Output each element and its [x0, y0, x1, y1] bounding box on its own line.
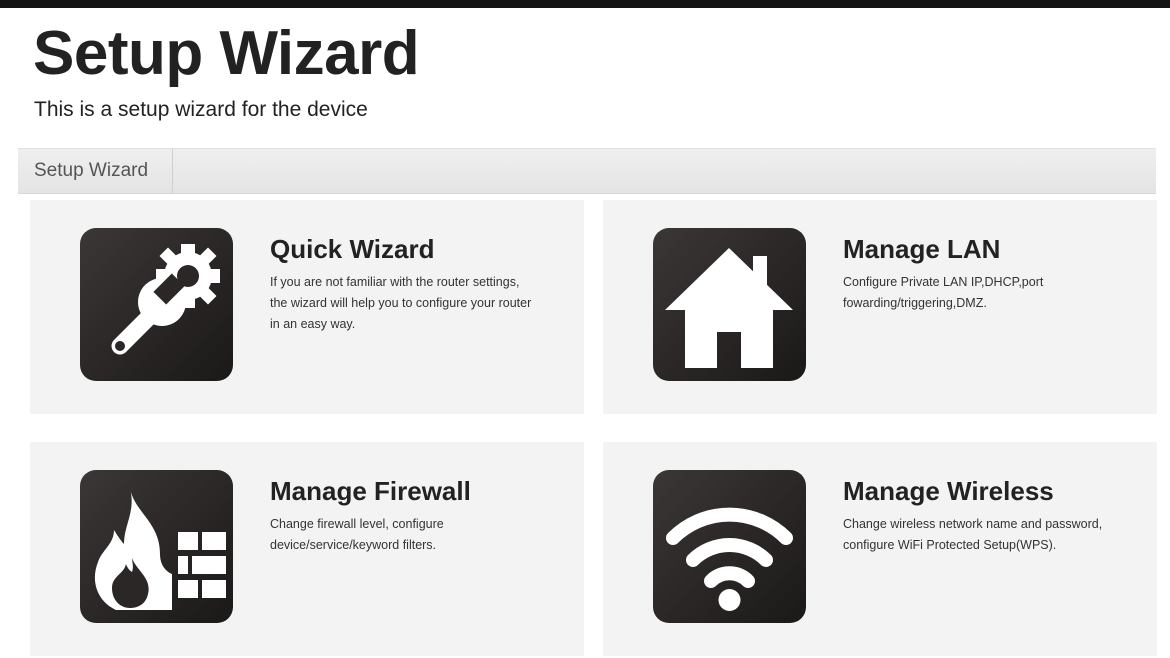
house-icon[interactable] — [653, 228, 806, 381]
quick-wizard-tile[interactable]: Quick Wizard If you are not familiar wit… — [30, 200, 584, 414]
wifi-icon[interactable] — [653, 470, 806, 623]
quick-wizard-title[interactable]: Quick Wizard — [270, 234, 434, 265]
manage-firewall-title[interactable]: Manage Firewall — [270, 476, 471, 507]
manage-lan-tile[interactable]: Manage LAN Configure Private LAN IP,DHCP… — [603, 200, 1157, 414]
firewall-icon[interactable] — [80, 470, 233, 623]
page-title: Setup Wizard — [33, 19, 420, 88]
manage-wireless-title[interactable]: Manage Wireless — [843, 476, 1054, 507]
manage-lan-title[interactable]: Manage LAN — [843, 234, 1000, 265]
wrench-gear-icon[interactable] — [80, 228, 233, 381]
section-header-bar: Setup Wizard — [18, 148, 1156, 194]
page-subtitle: This is a setup wizard for the device — [34, 98, 368, 121]
manage-wireless-description: Change wireless network name and passwor… — [843, 517, 1103, 552]
manage-firewall-description: Change firewall level, configure device/… — [270, 517, 444, 552]
manage-lan-description: Configure Private LAN IP,DHCP,port fowar… — [843, 275, 1044, 310]
section-tab-setup-wizard[interactable]: Setup Wizard — [18, 149, 173, 193]
manage-wireless-tile[interactable]: Manage Wireless Change wireless network … — [603, 442, 1157, 656]
manage-firewall-tile[interactable]: Manage Firewall Change firewall level, c… — [30, 442, 584, 656]
top-bar — [0, 0, 1170, 8]
quick-wizard-description: If you are not familiar with the router … — [270, 275, 532, 331]
